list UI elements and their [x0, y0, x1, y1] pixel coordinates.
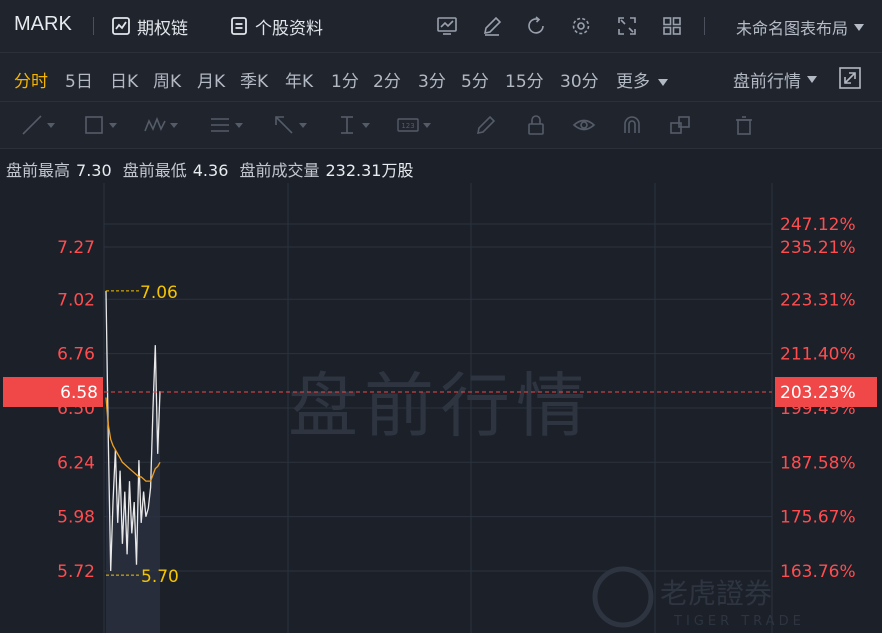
low-value: 4.36 — [192, 161, 229, 180]
delete-tool[interactable] — [732, 113, 756, 137]
pen-icon — [476, 115, 496, 135]
lock-icon — [528, 115, 544, 135]
wave-icon — [144, 116, 166, 132]
fib-lines-icon — [211, 118, 229, 132]
monitor-chart-icon[interactable] — [435, 14, 459, 38]
period-tab[interactable]: 年K — [285, 67, 313, 92]
layers-icon — [670, 116, 690, 134]
layers-tool[interactable] — [668, 113, 692, 137]
arrow-icon — [275, 116, 293, 134]
rectangle-tool[interactable] — [82, 113, 117, 137]
document-icon — [231, 17, 247, 35]
options-chain-button[interactable]: 期权链 — [111, 14, 188, 39]
period-tab[interactable]: 5分 — [461, 67, 489, 92]
left-axis-label: 6.24 — [57, 453, 95, 473]
left-axis-label: 5.72 — [57, 562, 95, 582]
period-tab[interactable]: 更多 — [616, 67, 668, 92]
refresh-icon[interactable] — [525, 14, 549, 38]
period-tab[interactable]: 3分 — [418, 67, 446, 92]
period-tab[interactable]: 季K — [240, 67, 268, 92]
chart-doc-icon — [112, 17, 130, 35]
price-chart[interactable]: 盘前行情老虎證券TIGER TRADE7.277.026.766.506.245… — [0, 180, 882, 633]
number-label-icon: 123 — [397, 118, 419, 132]
period-tab[interactable]: 周K — [153, 67, 181, 92]
session-select[interactable]: 盘前行情 — [733, 67, 817, 92]
low-label: 盘前最低 — [122, 161, 187, 180]
period-tab[interactable]: 5日 — [65, 67, 93, 92]
right-axis-label: 175.67% — [780, 508, 856, 528]
divider — [704, 17, 705, 35]
high-annotation: 7.06 — [140, 283, 178, 303]
eye-icon — [572, 119, 596, 131]
high-value: 7.30 — [76, 161, 112, 180]
grid-layout-icon[interactable] — [660, 14, 684, 38]
left-axis-label: 5.98 — [57, 508, 95, 528]
right-axis-label: 163.76% — [780, 562, 856, 582]
period-tab[interactable]: 15分 — [505, 67, 544, 92]
magnet-tool[interactable] — [620, 113, 644, 137]
options-chain-label: 期权链 — [137, 18, 188, 39]
svg-text:123: 123 — [401, 122, 414, 130]
visibility-tool[interactable] — [572, 113, 596, 137]
trend-line-tool[interactable] — [20, 113, 55, 137]
period-tab[interactable]: 分时 — [14, 67, 48, 92]
drawing-toolbar: 123 — [0, 102, 882, 149]
caret-down-icon — [854, 23, 864, 31]
low-annotation: 5.70 — [141, 567, 179, 587]
period-tab[interactable]: 1分 — [331, 67, 359, 92]
brand-watermark-en: TIGER TRADE — [673, 614, 805, 629]
lock-tool[interactable] — [524, 113, 548, 137]
current-pct-value: 203.23% — [780, 383, 856, 403]
volume-value: 232.31万股 — [325, 161, 414, 180]
right-axis-label: 187.58% — [780, 453, 856, 473]
brand-logo-icon — [592, 566, 654, 628]
high-label: 盘前最高 — [6, 161, 71, 180]
session-label: 盘前行情 — [733, 72, 801, 92]
pen-tool[interactable] — [474, 113, 498, 137]
right-axis-label: 211.40% — [780, 345, 856, 365]
arrow-tool[interactable] — [272, 113, 307, 137]
caret-down-icon — [807, 76, 817, 83]
left-axis-label: 7.27 — [57, 238, 95, 258]
premarket-stats: 盘前最高 7.30 盘前最低 4.36 盘前成交量 232.31万股 — [6, 157, 419, 181]
fullscreen-icon[interactable] — [615, 14, 639, 38]
caret-down-icon — [658, 78, 668, 86]
stock-profile-button[interactable]: 个股资料 — [229, 14, 323, 39]
top-toolbar: MARK 期权链 个股资料 未命名图表布局 — [0, 0, 882, 53]
right-axis-label: 247.12% — [780, 215, 856, 235]
right-axis-label: 235.21% — [780, 238, 856, 258]
gear-icon[interactable] — [569, 14, 593, 38]
trash-icon — [736, 116, 752, 135]
fib-tool[interactable] — [208, 113, 243, 137]
period-tab[interactable]: 30分 — [560, 67, 599, 92]
period-tab[interactable]: 月K — [197, 67, 225, 92]
stock-profile-label: 个股资料 — [255, 18, 323, 39]
expand-icon[interactable] — [838, 66, 862, 90]
magnet-icon — [624, 116, 640, 133]
measure-tool[interactable] — [335, 113, 370, 137]
period-tab[interactable]: 日K — [110, 67, 138, 92]
wave-tool[interactable] — [143, 113, 178, 137]
left-axis-label: 6.76 — [57, 345, 95, 365]
brand-watermark: 老虎證券 — [660, 577, 772, 610]
layout-label: 未命名图表布局 — [735, 19, 848, 38]
ticker-symbol[interactable]: MARK — [14, 13, 72, 36]
volume-label: 盘前成交量 — [239, 161, 320, 180]
edit-icon[interactable] — [480, 14, 504, 38]
left-axis-label: 7.02 — [57, 290, 95, 310]
text-tool[interactable]: 123 — [396, 113, 431, 137]
right-axis-label: 223.31% — [780, 290, 856, 310]
layout-select[interactable]: 未命名图表布局 — [736, 15, 864, 39]
line-tool-icon — [22, 115, 42, 135]
current-price-value: 6.58 — [60, 383, 98, 403]
period-tab[interactable]: 2分 — [373, 67, 401, 92]
divider — [93, 17, 94, 35]
rectangle-icon — [85, 116, 103, 134]
measure-icon — [341, 116, 353, 134]
watermark-text: 盘前行情 — [288, 365, 592, 447]
